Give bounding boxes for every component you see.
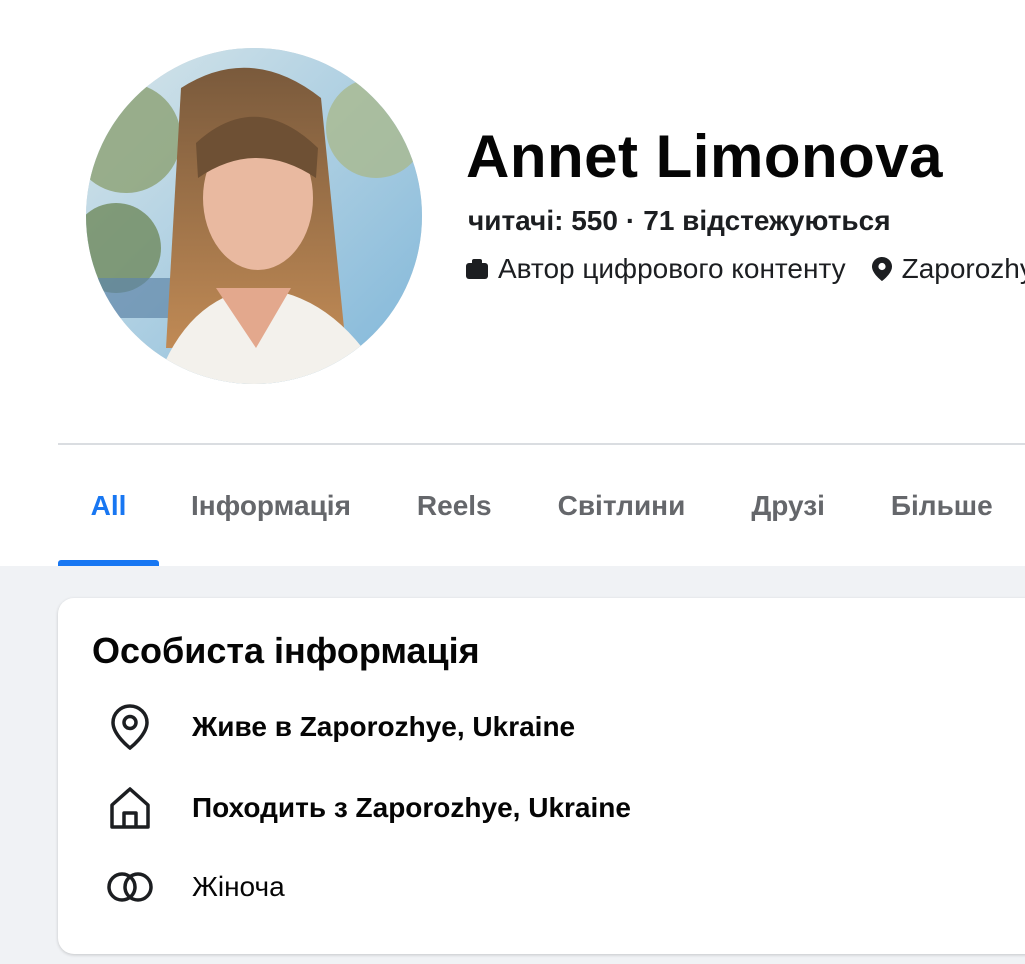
gender-text: Жіноча [192,871,285,902]
info-row-from: Походить з Zaporozhye, Ukraine [104,782,631,834]
profile-header: Annet Limonova читачі: 550 · 71 відстежуют… [0,0,1025,566]
location-label: Zaporozhye [901,253,1025,284]
stats-separator: · [625,205,636,236]
info-row-lives-in: Живе в Zaporozhye, Ukraine [104,701,575,753]
from-text[interactable]: Походить з Zaporozhye, Ukraine [192,792,631,824]
profile-category: Автор цифрового контенту [466,253,846,285]
briefcase-icon [466,259,488,279]
profile-avatar[interactable] [86,48,422,384]
personal-info-card: Особиста інформація Живе в Zaporozhye, U… [58,598,1025,954]
profile-stats: читачі: 550 · 71 відстежуються [468,205,891,237]
info-row-gender: Жіноча [104,861,285,913]
profile-meta: Автор цифрового контенту Zaporozhye [466,253,1025,285]
location-pin-icon [871,257,892,281]
profile-tabs: All Інформація Reels Світлини Друзі Біль… [58,445,1025,566]
category-label: Автор цифрового контенту [498,253,846,284]
tab-friends[interactable]: Друзі [751,445,825,566]
following-count[interactable]: 71 відстежуються [643,205,890,236]
profile-name: Annet Limonova [466,123,944,190]
location-pin-icon [104,704,156,750]
tab-photos[interactable]: Світлини [558,445,686,566]
home-icon [104,785,156,831]
gender-rings-icon [104,870,156,904]
card-title: Особиста інформація [92,630,480,671]
avatar-photo [86,48,422,384]
lives-in-text[interactable]: Живе в Zaporozhye, Ukraine [192,711,575,743]
profile-location[interactable]: Zaporozhye [871,253,1025,285]
tab-information[interactable]: Інформація [191,445,351,566]
tab-all[interactable]: All [58,445,159,566]
followers-count[interactable]: читачі: 550 [468,205,618,236]
tab-more[interactable]: Більше [891,445,993,566]
tab-reels[interactable]: Reels [417,445,492,566]
